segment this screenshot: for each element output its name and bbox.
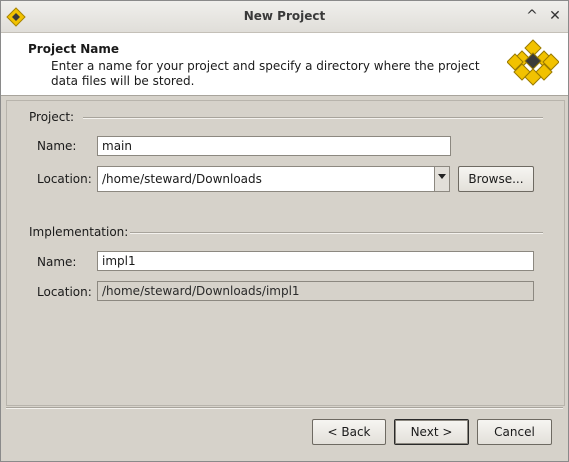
combo-dropdown-icon[interactable]	[434, 167, 449, 191]
implementation-group-divider	[130, 232, 543, 234]
project-location-value: /home/steward/Downloads	[102, 172, 262, 186]
project-name-label: Name:	[37, 139, 77, 153]
minimize-button[interactable]: ^	[523, 7, 541, 25]
project-location-combo[interactable]: /home/steward/Downloads	[97, 166, 450, 192]
header-title: Project Name	[28, 42, 120, 56]
project-name-input[interactable]	[97, 136, 451, 156]
header-logo-icon	[507, 39, 559, 86]
impl-name-input[interactable]	[97, 251, 534, 271]
next-button[interactable]: Next >	[394, 419, 469, 445]
impl-location-field: /home/steward/Downloads/impl1	[97, 281, 534, 301]
title-bar: New Project ^ ✕	[1, 1, 568, 33]
project-group-label: Project:	[29, 110, 75, 124]
project-group-divider	[83, 117, 543, 119]
header-description: Enter a name for your project and specif…	[51, 59, 480, 88]
wizard-body: Project: Name: Location: /home/steward/D…	[6, 100, 565, 406]
wizard-header: Project Name Enter a name for your proje…	[1, 33, 568, 96]
new-project-dialog: New Project ^ ✕ Project Name Enter a nam…	[0, 0, 569, 462]
impl-name-label: Name:	[37, 255, 77, 269]
close-button[interactable]: ✕	[546, 7, 564, 25]
project-location-label: Location:	[37, 172, 92, 186]
window-title: New Project	[243, 9, 326, 23]
implementation-group-label: Implementation:	[29, 225, 129, 239]
impl-location-label: Location:	[37, 285, 92, 299]
footer-divider	[6, 407, 563, 409]
back-button[interactable]: < Back	[312, 419, 386, 445]
cancel-button[interactable]: Cancel	[477, 419, 552, 445]
browse-button[interactable]: Browse...	[458, 166, 534, 192]
